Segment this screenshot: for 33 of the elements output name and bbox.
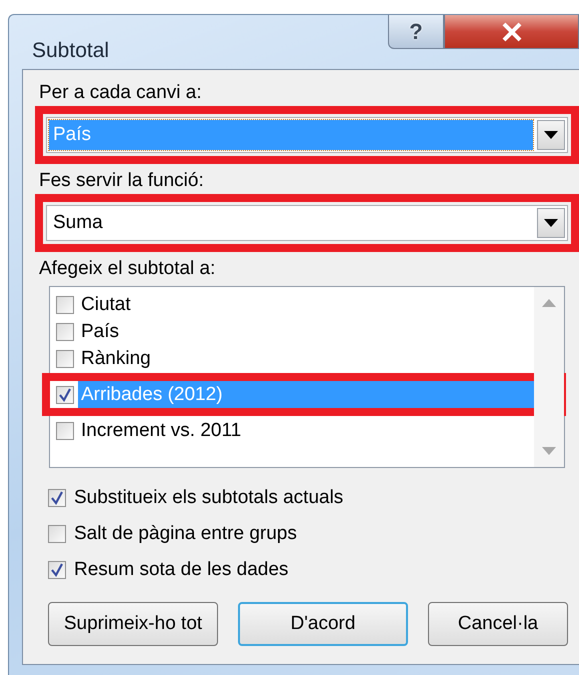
scrollbar[interactable]	[534, 287, 564, 467]
list-item[interactable]: Ciutat	[78, 291, 134, 318]
checkbox[interactable]	[56, 386, 74, 404]
checkbox[interactable]	[56, 422, 74, 440]
list-item[interactable]: Rànking	[78, 345, 154, 372]
dropdown-button[interactable]	[537, 208, 565, 238]
dropdown-button[interactable]	[537, 120, 565, 150]
dialog-button[interactable]: Suprimeix-ho tot	[48, 602, 218, 646]
window-title: Subtotal	[32, 39, 110, 63]
scroll-up-icon	[542, 299, 556, 307]
dialog-button[interactable]: D'acord	[238, 602, 408, 646]
field-label: Per a cada canvi a:	[39, 82, 203, 104]
checkbox-label[interactable]: Resum sota de les dades	[74, 559, 288, 581]
checkbox-label[interactable]: Substitueix els subtotals actuals	[74, 487, 344, 509]
list-item[interactable]: País	[78, 318, 122, 345]
close-icon	[500, 22, 522, 42]
checkbox[interactable]	[48, 489, 66, 507]
checkbox[interactable]	[56, 296, 74, 314]
checkbox[interactable]	[48, 561, 66, 579]
list-item[interactable]: Increment vs. 2011	[78, 417, 244, 444]
checkbox[interactable]	[56, 322, 74, 340]
list-label: Afegeix el subtotal a:	[39, 258, 216, 280]
close-button[interactable]	[444, 15, 579, 49]
checkbox[interactable]	[48, 525, 66, 543]
help-button[interactable]: ?	[388, 15, 444, 49]
scroll-down-icon	[542, 447, 556, 455]
caret-icon	[544, 131, 558, 139]
caret-icon	[544, 219, 558, 227]
field-label: Fes servir la funció:	[39, 170, 205, 192]
dialog-button[interactable]: Cancel·la	[428, 602, 568, 646]
checkbox-label[interactable]: Salt de pàgina entre grups	[74, 523, 297, 545]
dropdown-field[interactable]: Suma	[46, 205, 568, 241]
checkbox[interactable]	[56, 350, 74, 368]
